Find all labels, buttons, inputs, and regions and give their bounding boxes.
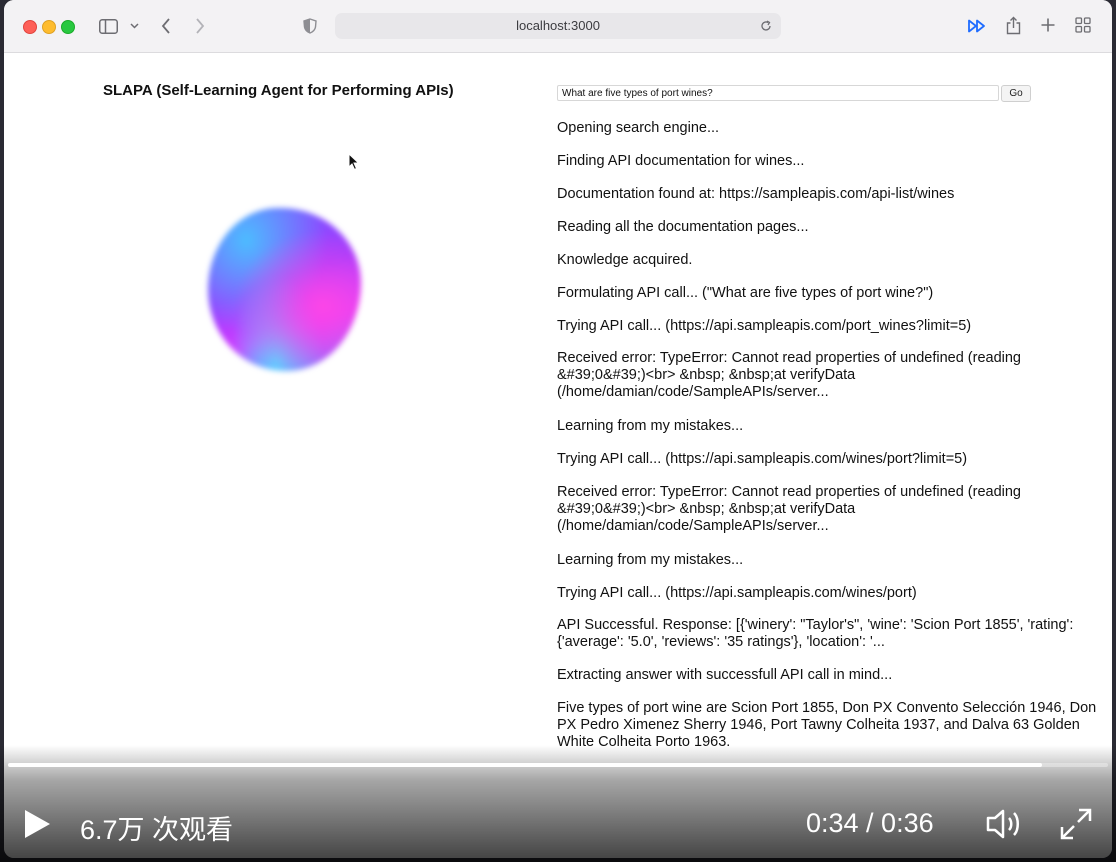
sidebar-icon[interactable] [98, 17, 118, 35]
close-window-button[interactable] [23, 20, 37, 34]
zoom-window-button[interactable] [61, 20, 75, 34]
chevron-left-icon[interactable] [158, 16, 174, 36]
chevron-down-icon[interactable] [128, 19, 140, 33]
log-line: Learning from my mistakes... [557, 552, 744, 568]
address-bar[interactable]: localhost:3000 [335, 13, 781, 39]
log-line: Finding API documentation for wines... [557, 153, 805, 169]
log-line-success: API Successful. Response: [{'winery': "T… [557, 617, 1074, 650]
log-line: Extracting answer with successfull API c… [557, 667, 893, 683]
log-line: Knowledge acquired. [557, 252, 693, 268]
play-icon[interactable] [20, 806, 54, 842]
agent-orb [208, 208, 361, 371]
volume-icon[interactable] [985, 806, 1025, 842]
share-icon[interactable] [1004, 14, 1022, 36]
video-progress-bar[interactable] [8, 763, 1108, 767]
log-line-error: Received error: TypeError: Cannot read p… [557, 484, 1021, 534]
log-line-error: Received error: TypeError: Cannot read p… [557, 350, 1021, 400]
browser-toolbar: localhost:3000 [4, 0, 1112, 53]
tab-overview-icon[interactable] [1074, 16, 1092, 34]
log-line: Documentation found at: https://sampleap… [557, 186, 955, 202]
video-time: 0:34 / 0:36 [806, 808, 934, 838]
page-title: SLAPA (Self-Learning Agent for Performin… [103, 82, 454, 99]
log-line-answer: Five types of port wine are Scion Port 1… [557, 700, 1097, 750]
url-text: localhost:3000 [516, 18, 600, 33]
privacy-shield-icon[interactable] [302, 17, 318, 35]
log-line: Trying API call... (https://api.sampleap… [557, 585, 917, 601]
go-button[interactable]: Go [1001, 85, 1031, 102]
log-line: Trying API call... (https://api.sampleap… [557, 451, 968, 467]
video-progress-fill [8, 763, 1042, 767]
reload-icon[interactable] [759, 19, 773, 33]
log-line: Opening search engine... [557, 120, 720, 136]
log-line: Trying API call... (https://api.sampleap… [557, 318, 972, 334]
log-line: Formulating API call... ("What are five … [557, 285, 934, 301]
mouse-pointer-icon [348, 152, 360, 176]
web-page: SLAPA (Self-Learning Agent for Performin… [4, 53, 1112, 858]
chevron-right-icon[interactable] [192, 16, 208, 36]
minimize-window-button[interactable] [42, 20, 56, 34]
fullscreen-icon[interactable] [1058, 806, 1094, 842]
log-line: Learning from my mistakes... [557, 418, 744, 434]
query-input[interactable] [557, 85, 999, 101]
plus-icon[interactable] [1039, 16, 1057, 34]
browser-window: localhost:3000 SLAPA (Self-Learning Agen… [4, 0, 1112, 858]
view-count: 6.7万 次观看 [80, 815, 234, 845]
extension-forward-icon[interactable] [966, 17, 988, 35]
log-line: Reading all the documentation pages... [557, 219, 809, 235]
